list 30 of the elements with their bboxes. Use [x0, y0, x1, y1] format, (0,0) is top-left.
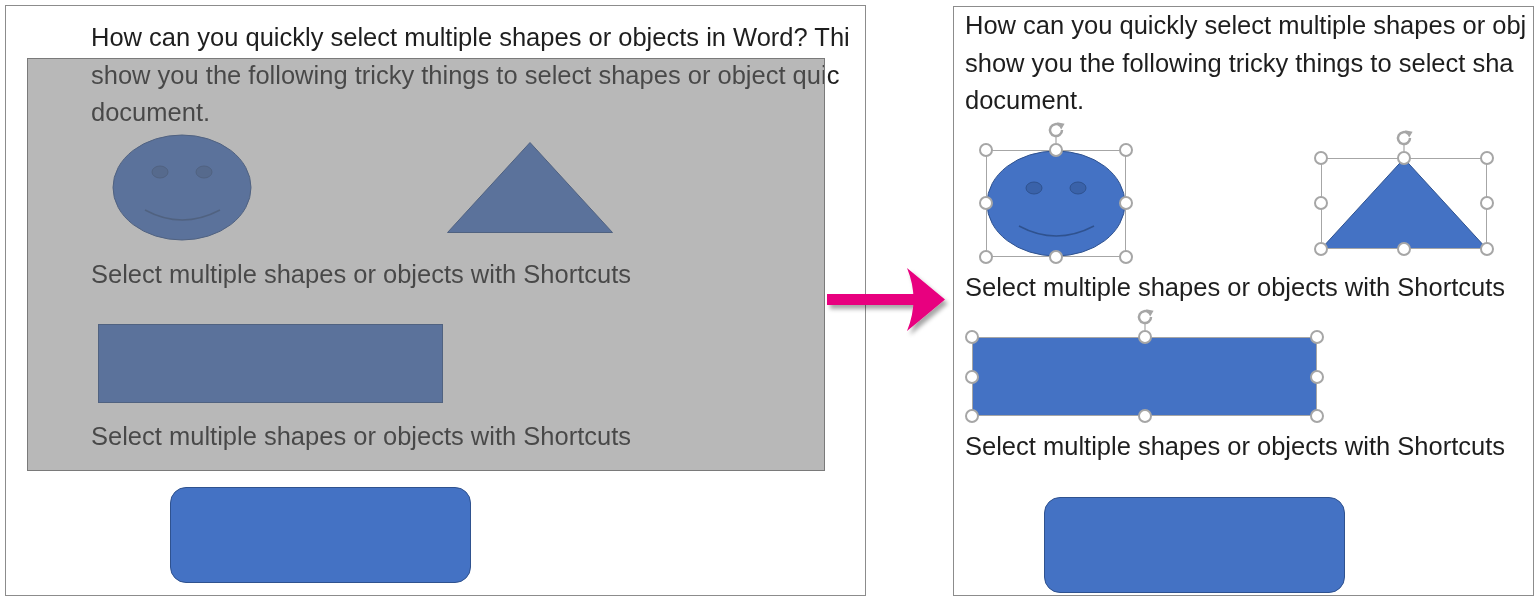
caption-text: Select multiple shapes or objects with Shortcuts [91, 421, 631, 452]
rotate-handle-icon[interactable] [1135, 308, 1154, 330]
resize-handle[interactable] [1310, 409, 1324, 423]
resize-handle[interactable] [1119, 249, 1133, 264]
resize-handle[interactable] [1480, 196, 1494, 210]
resize-handle[interactable] [1049, 142, 1063, 157]
resize-handle[interactable] [1119, 196, 1133, 210]
rotate-handle-icon[interactable] [1395, 128, 1413, 151]
resize-handle[interactable] [1480, 150, 1494, 165]
resize-handle[interactable] [965, 330, 979, 344]
resize-handle[interactable] [1397, 150, 1411, 165]
caption-text: Select multiple shapes or objects with Shortcuts [965, 271, 1505, 303]
resize-handle[interactable] [1314, 150, 1328, 165]
resize-handle[interactable] [1480, 241, 1494, 256]
resize-handle[interactable] [1310, 369, 1324, 384]
rotate-handle-icon[interactable] [1047, 120, 1065, 143]
intro-paragraph: How can you quickly select multiple shapes or obj show you the following tricky things to select sha document. [965, 10, 1527, 116]
resize-handle[interactable] [1137, 409, 1152, 423]
resize-handle[interactable] [1314, 196, 1328, 210]
caption-text: Select multiple shapes or objects with Shortcuts [965, 431, 1505, 462]
resize-handle[interactable] [979, 196, 993, 210]
resize-handle[interactable] [1119, 142, 1133, 157]
resize-handle[interactable] [1310, 330, 1324, 344]
resize-handle[interactable] [1314, 241, 1328, 256]
resize-handle[interactable] [979, 142, 993, 157]
resize-handle[interactable] [979, 249, 993, 264]
caption-text: Select multiple shapes or objects with Shortcuts [91, 258, 631, 290]
resize-handle[interactable] [1137, 330, 1152, 344]
resize-handle[interactable] [965, 369, 979, 384]
resize-handle[interactable] [965, 409, 979, 423]
